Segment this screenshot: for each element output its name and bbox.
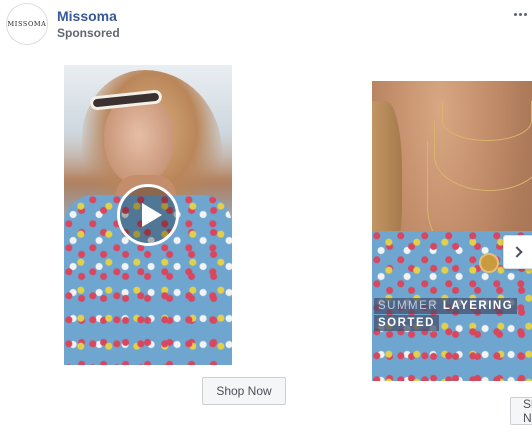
post-header: MISSOMA Missoma Sponsored [0, 0, 532, 50]
chevron-glyph [511, 246, 523, 258]
carousel-card-video[interactable] [64, 65, 232, 365]
overlay-text-line-1: SUMMER LAYERING [374, 298, 518, 314]
overlay-text-light: SUMMER [378, 300, 443, 312]
overlay-text-line-2: SORTED [374, 315, 439, 331]
sponsored-post: MISSOMA Missoma Sponsored Shop Now SUMME… [0, 0, 532, 442]
carousel-card-image[interactable]: SUMMER LAYERING SORTED [372, 81, 532, 381]
photo-face [104, 95, 174, 185]
play-triangle [142, 203, 162, 227]
avatar-logo-text: MISSOMA [7, 20, 47, 28]
page-name-link[interactable]: Missoma [57, 8, 117, 24]
overlay-text-bold: LAYERING [442, 300, 514, 312]
shop-now-button[interactable]: Shop Now [510, 397, 532, 425]
sponsored-label: Sponsored [57, 26, 120, 40]
more-options-icon[interactable] [510, 4, 530, 24]
photo-pendant [479, 253, 499, 273]
chevron-right-icon[interactable] [503, 235, 532, 269]
shop-now-button[interactable]: Shop Now [202, 377, 286, 405]
dot [518, 12, 522, 16]
dot [513, 12, 517, 16]
play-icon[interactable] [117, 184, 179, 246]
page-avatar[interactable]: MISSOMA [6, 3, 48, 45]
dot [523, 12, 527, 16]
